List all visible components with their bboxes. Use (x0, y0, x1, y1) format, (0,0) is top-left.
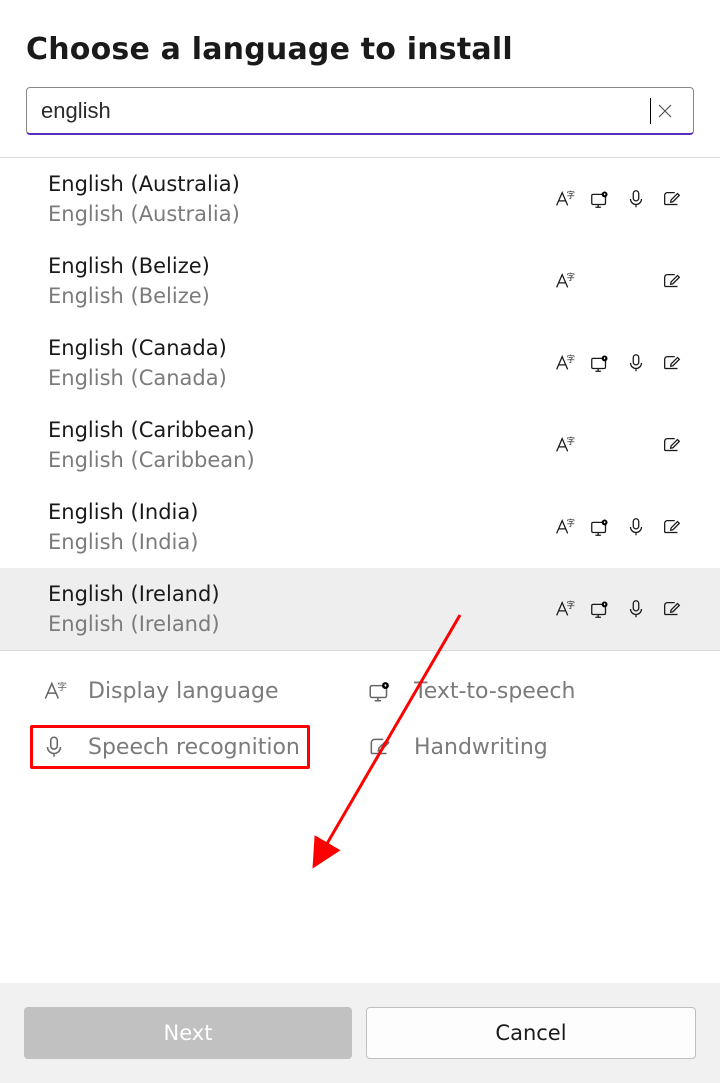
display-language-icon: 字 (552, 597, 576, 621)
language-primary-label: English (Ireland) (48, 582, 520, 606)
handwriting-icon (660, 187, 684, 211)
display-language-icon: 字 (552, 269, 576, 293)
speech-recognition-icon (40, 733, 68, 761)
feature-icons: 字 (536, 351, 684, 375)
handwriting-icon (660, 269, 684, 293)
speech-recognition-icon (624, 351, 648, 375)
next-button[interactable]: Next (24, 1007, 352, 1059)
svg-text:字: 字 (567, 436, 575, 446)
speech-recognition-icon (624, 187, 648, 211)
language-native-label: English (Ireland) (48, 612, 520, 636)
legend-label: Speech recognition (88, 735, 300, 760)
svg-text:字: 字 (567, 600, 575, 610)
speech-recognition-icon (624, 269, 648, 293)
text-to-speech-icon (588, 351, 612, 375)
search-wrap (0, 87, 720, 157)
feature-icons: 字 (536, 187, 684, 211)
handwriting-icon (660, 597, 684, 621)
svg-text:字: 字 (567, 272, 575, 282)
language-item[interactable]: English (Belize) English (Belize) 字 (0, 240, 720, 322)
handwriting-icon (660, 515, 684, 539)
language-native-label: English (India) (48, 530, 520, 554)
legend-handwriting: Handwriting (366, 733, 680, 761)
language-primary-label: English (Australia) (48, 172, 520, 196)
search-box[interactable] (26, 87, 694, 135)
display-language-icon: 字 (552, 433, 576, 457)
page-title: Choose a language to install (26, 32, 694, 67)
legend-label: Display language (88, 679, 279, 704)
speech-recognition-icon (624, 515, 648, 539)
text-to-speech-icon (366, 677, 394, 705)
language-item[interactable]: English (India) English (India) 字 (0, 486, 720, 568)
text-to-speech-icon (588, 515, 612, 539)
legend-display-language: 字 Display language (40, 677, 354, 705)
feature-icons: 字 (536, 433, 684, 457)
language-native-label: English (Caribbean) (48, 448, 520, 472)
display-language-icon: 字 (552, 351, 576, 375)
legend-label: Text-to-speech (414, 679, 575, 704)
dialog-footer: Next Cancel (0, 983, 720, 1083)
legend-text-to-speech: Text-to-speech (366, 677, 680, 705)
language-item[interactable]: English (Canada) English (Canada) 字 (0, 322, 720, 404)
legend-label: Handwriting (414, 735, 548, 760)
svg-text:字: 字 (57, 680, 67, 693)
feature-icons: 字 (536, 597, 684, 621)
handwriting-icon (660, 433, 684, 457)
language-text: English (Caribbean) English (Caribbean) (48, 418, 520, 472)
language-text: English (Ireland) English (Ireland) (48, 582, 520, 636)
language-native-label: English (Australia) (48, 202, 520, 226)
display-language-icon: 字 (40, 677, 68, 705)
text-to-speech-icon (588, 187, 612, 211)
legend-speech-recognition: Speech recognition (40, 733, 354, 761)
display-language-icon: 字 (552, 187, 576, 211)
feature-icons: 字 (536, 515, 684, 539)
text-to-speech-icon (588, 433, 612, 457)
language-text: English (Belize) English (Belize) (48, 254, 520, 308)
language-text: English (Canada) English (Canada) (48, 336, 520, 390)
feature-icons: 字 (536, 269, 684, 293)
language-text: English (India) English (India) (48, 500, 520, 554)
display-language-icon: 字 (552, 515, 576, 539)
language-primary-label: English (Canada) (48, 336, 520, 360)
language-item[interactable]: English (Australia) English (Australia) 字 (0, 158, 720, 240)
language-item[interactable]: English (Ireland) English (Ireland) 字 (0, 568, 720, 650)
language-list: English (Australia)English (Australia)字E… (0, 158, 720, 650)
handwriting-icon (660, 351, 684, 375)
svg-text:字: 字 (567, 518, 575, 528)
language-native-label: English (Belize) (48, 284, 520, 308)
text-to-speech-icon (588, 597, 612, 621)
annotation-highlight: Speech recognition (30, 725, 310, 769)
svg-text:字: 字 (567, 354, 575, 364)
choose-language-dialog: Choose a language to install English (Au… (0, 0, 720, 1083)
close-icon (657, 103, 673, 119)
language-primary-label: English (Belize) (48, 254, 520, 278)
speech-recognition-icon (624, 597, 648, 621)
language-item[interactable]: English (Caribbean) English (Caribbean) 字 (0, 404, 720, 486)
language-native-label: English (Canada) (48, 366, 520, 390)
clear-search-button[interactable] (651, 97, 679, 125)
search-input[interactable] (41, 98, 651, 124)
handwriting-icon (366, 733, 394, 761)
language-text: English (Australia) English (Australia) (48, 172, 520, 226)
legend: 字 Display language Text-to-speech Speech… (0, 651, 720, 787)
language-primary-label: English (Caribbean) (48, 418, 520, 442)
text-to-speech-icon (588, 269, 612, 293)
cancel-button[interactable]: Cancel (366, 1007, 696, 1059)
svg-text:字: 字 (567, 190, 575, 200)
speech-recognition-icon (624, 433, 648, 457)
dialog-header: Choose a language to install (0, 0, 720, 87)
language-primary-label: English (India) (48, 500, 520, 524)
